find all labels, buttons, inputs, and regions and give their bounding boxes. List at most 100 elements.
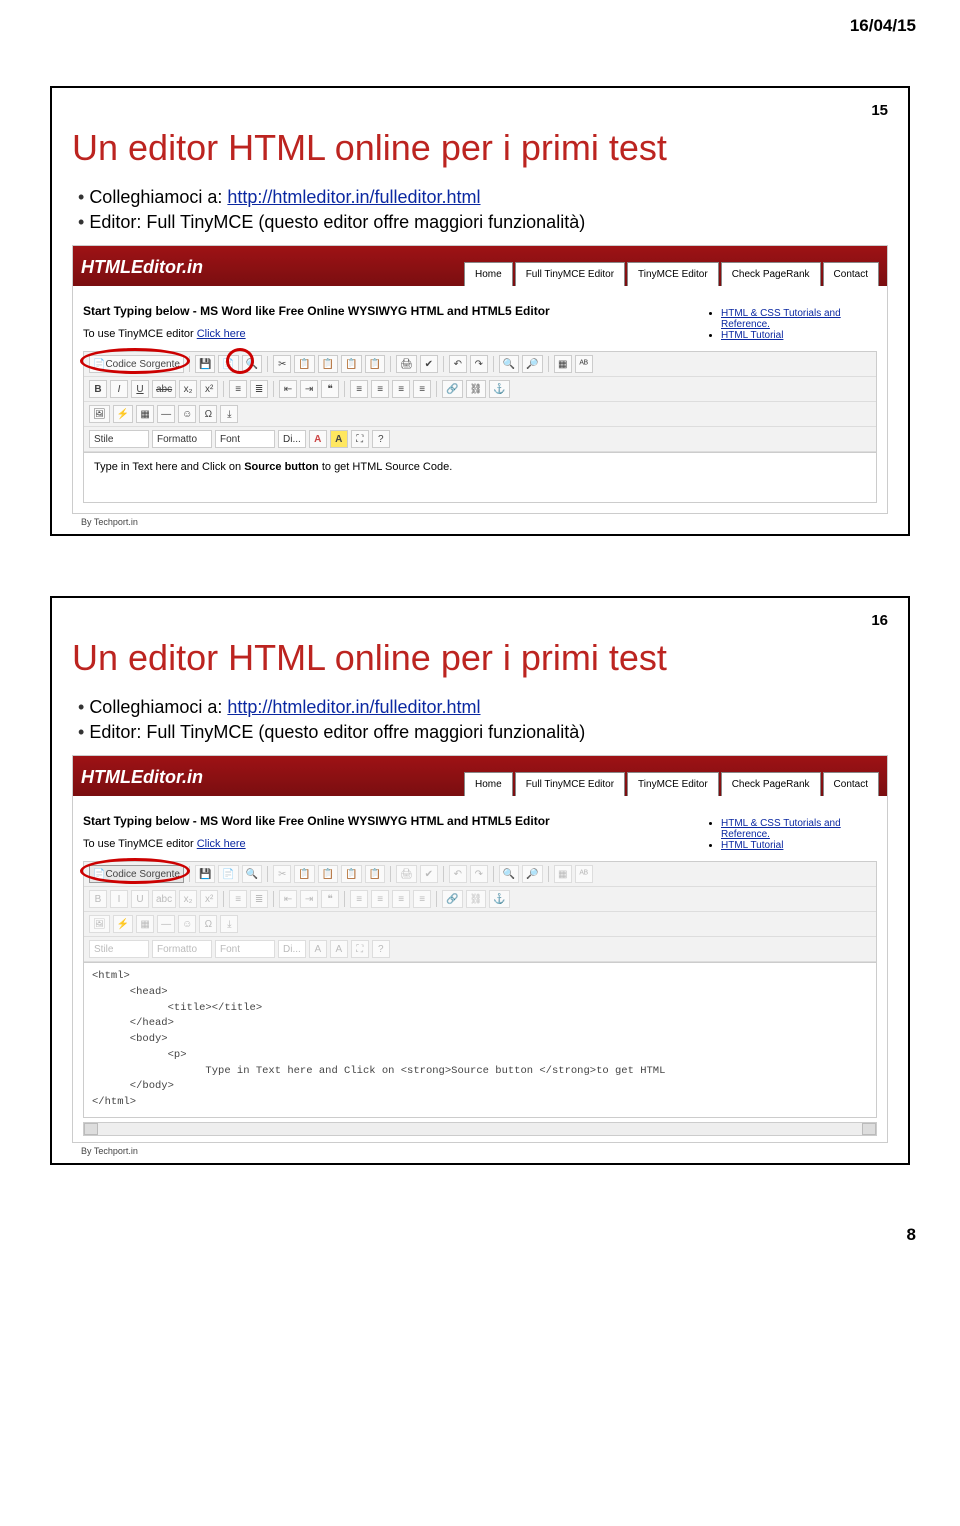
maximize-icon[interactable]: ⛶ [351, 940, 369, 958]
italic-icon[interactable]: I [110, 890, 128, 908]
redo-icon[interactable]: ↷ [470, 865, 488, 883]
new-page-icon[interactable]: 📄 [218, 355, 238, 373]
find-icon[interactable]: 🔍 [499, 865, 519, 883]
nav-tab[interactable]: Check PageRank [721, 772, 821, 796]
side-link[interactable]: HTML Tutorial [721, 840, 783, 851]
nav-tab[interactable]: Home [464, 772, 513, 796]
paste-word-icon[interactable]: 📋 [365, 355, 385, 373]
forecolor-icon[interactable]: A [309, 940, 327, 958]
format-select[interactable]: Formatto [152, 940, 212, 958]
help-icon[interactable]: ? [372, 940, 390, 958]
superscript-icon[interactable]: x² [200, 380, 218, 398]
replace-icon[interactable]: 🔎 [522, 865, 542, 883]
align-left-icon[interactable]: ≡ [350, 890, 368, 908]
flash-icon[interactable]: ⚡ [113, 405, 133, 423]
cut-icon[interactable]: ✂ [273, 865, 291, 883]
image-icon[interactable]: 🖼 [89, 405, 110, 423]
table-icon[interactable]: ▦ [136, 915, 154, 933]
hr-icon[interactable]: — [157, 405, 175, 423]
save-icon[interactable]: 💾 [195, 355, 215, 373]
bullist-icon[interactable]: ≣ [250, 890, 268, 908]
source-button[interactable]: 📄 Codice Sorgente [89, 865, 184, 883]
align-justify-icon[interactable]: ≡ [413, 380, 431, 398]
quote-icon[interactable]: ❝ [321, 380, 339, 398]
source-button[interactable]: 📄 Codice Sorgente [89, 355, 184, 373]
editor-content[interactable]: Type in Text here and Click on Source bu… [83, 453, 877, 503]
select-all-icon[interactable]: ▦ [554, 355, 572, 373]
strike-icon[interactable]: abc [152, 890, 176, 908]
indent-icon[interactable]: ⇥ [300, 380, 318, 398]
preview-icon[interactable]: 🔍 [242, 355, 262, 373]
style-select[interactable]: Stile [89, 940, 149, 958]
spell-icon[interactable]: ✔ [420, 865, 438, 883]
source-code-view[interactable]: <html> <head> <title></title> </head> <b… [83, 963, 877, 1118]
bold-icon[interactable]: B [89, 890, 107, 908]
replace-icon[interactable]: 🔎 [522, 355, 542, 373]
smiley-icon[interactable]: ☺ [178, 915, 196, 933]
remove-format-icon[interactable]: ᴬᴮ [575, 355, 593, 373]
outdent-icon[interactable]: ⇤ [279, 890, 297, 908]
pagebreak-icon[interactable]: ⤓ [220, 915, 238, 933]
link-icon[interactable]: 🔗 [442, 890, 462, 908]
preview-icon[interactable]: 🔍 [242, 865, 262, 883]
help-icon[interactable]: ? [372, 430, 390, 448]
print-icon[interactable]: 🖨 [396, 865, 417, 883]
font-select[interactable]: Font [215, 430, 275, 448]
side-link[interactable]: HTML & CSS Tutorials and Reference. [721, 308, 841, 330]
select-all-icon[interactable]: ▦ [554, 865, 572, 883]
subscript-icon[interactable]: x₂ [179, 380, 197, 398]
numlist-icon[interactable]: ≡ [229, 890, 247, 908]
align-center-icon[interactable]: ≡ [371, 890, 389, 908]
paste-word-icon[interactable]: 📋 [365, 865, 385, 883]
outdent-icon[interactable]: ⇤ [279, 380, 297, 398]
strike-icon[interactable]: abc [152, 380, 176, 398]
bullet-link-anchor[interactable]: http://htmleditor.in/fulleditor.html [227, 187, 480, 207]
nav-tab[interactable]: Check PageRank [721, 262, 821, 286]
new-page-icon[interactable]: 📄 [218, 865, 238, 883]
quote-icon[interactable]: ❝ [321, 890, 339, 908]
numlist-icon[interactable]: ≡ [229, 380, 247, 398]
align-right-icon[interactable]: ≡ [392, 890, 410, 908]
find-icon[interactable]: 🔍 [499, 355, 519, 373]
print-icon[interactable]: 🖨 [396, 355, 417, 373]
cut-icon[interactable]: ✂ [273, 355, 291, 373]
bold-icon[interactable]: B [89, 380, 107, 398]
undo-icon[interactable]: ↶ [449, 865, 467, 883]
align-left-icon[interactable]: ≡ [350, 380, 368, 398]
italic-icon[interactable]: I [110, 380, 128, 398]
bullist-icon[interactable]: ≣ [250, 380, 268, 398]
click-here-link[interactable]: Click here [197, 328, 246, 340]
click-here-link[interactable]: Click here [197, 838, 246, 850]
undo-icon[interactable]: ↶ [449, 355, 467, 373]
side-link[interactable]: HTML & CSS Tutorials and Reference. [721, 818, 841, 840]
smiley-icon[interactable]: ☺ [178, 405, 196, 423]
align-justify-icon[interactable]: ≡ [413, 890, 431, 908]
align-right-icon[interactable]: ≡ [392, 380, 410, 398]
paste-text-icon[interactable]: 📋 [341, 865, 361, 883]
font-select[interactable]: Font [215, 940, 275, 958]
char-icon[interactable]: Ω [199, 405, 217, 423]
anchor-icon[interactable]: ⚓ [489, 380, 509, 398]
nav-tab[interactable]: Contact [823, 262, 879, 286]
size-select[interactable]: Di... [278, 940, 306, 958]
nav-tab[interactable]: Contact [823, 772, 879, 796]
backcolor-icon[interactable]: A [330, 430, 348, 448]
underline-icon[interactable]: U [131, 890, 149, 908]
paste-text-icon[interactable]: 📋 [341, 355, 361, 373]
anchor-icon[interactable]: ⚓ [489, 890, 509, 908]
maximize-icon[interactable]: ⛶ [351, 430, 369, 448]
flash-icon[interactable]: ⚡ [113, 915, 133, 933]
underline-icon[interactable]: U [131, 380, 149, 398]
copy-icon[interactable]: 📋 [294, 865, 314, 883]
indent-icon[interactable]: ⇥ [300, 890, 318, 908]
backcolor-icon[interactable]: A [330, 940, 348, 958]
table-icon[interactable]: ▦ [136, 405, 154, 423]
copy-icon[interactable]: 📋 [294, 355, 314, 373]
redo-icon[interactable]: ↷ [470, 355, 488, 373]
nav-tab[interactable]: Full TinyMCE Editor [515, 772, 625, 796]
unlink-icon[interactable]: ⛓ [466, 380, 487, 398]
pagebreak-icon[interactable]: ⤓ [220, 405, 238, 423]
format-select[interactable]: Formatto [152, 430, 212, 448]
nav-tab[interactable]: TinyMCE Editor [627, 772, 719, 796]
char-icon[interactable]: Ω [199, 915, 217, 933]
